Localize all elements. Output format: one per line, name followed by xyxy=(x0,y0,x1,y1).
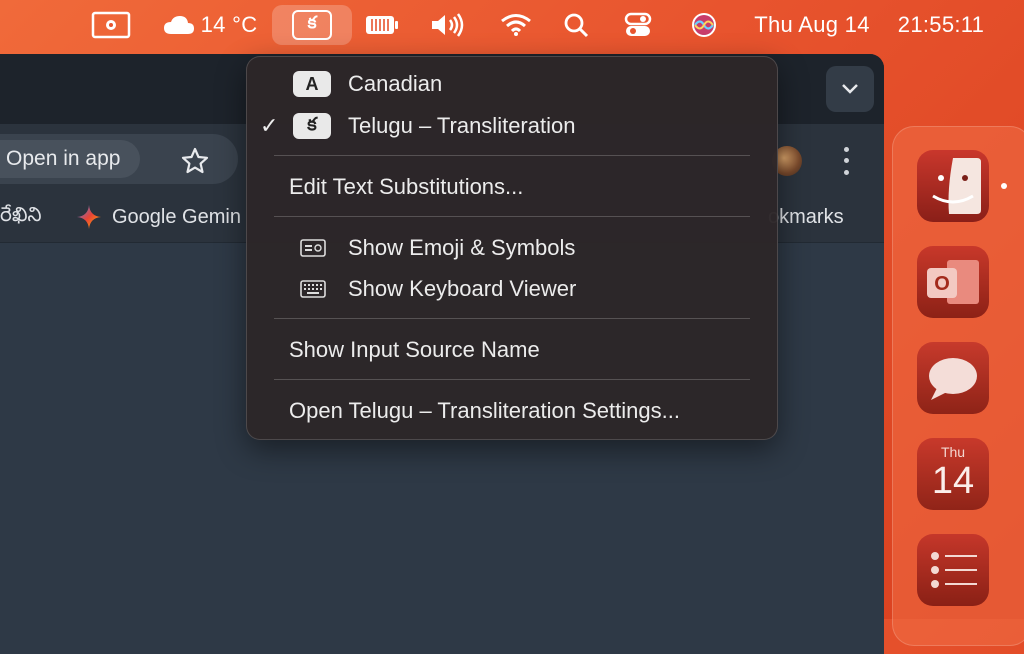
menu-item-open-telugu-settings[interactable]: Open Telugu – Transliteration Settings..… xyxy=(246,391,778,431)
chevron-down-icon xyxy=(842,84,858,94)
emoji-symbols-icon xyxy=(300,239,326,257)
input-source-menu-extra[interactable]: క xyxy=(272,5,352,45)
control-center-icon[interactable] xyxy=(620,0,656,50)
input-source-menu: A Canadian ✓ క Telugu – Transliteration … xyxy=(246,56,778,440)
screen-record-icon[interactable] xyxy=(90,0,132,50)
weather-temp: 14 °C xyxy=(200,12,258,37)
menubar-time[interactable]: 21:55:11 xyxy=(886,0,996,50)
menu-item-canadian[interactable]: A Canadian xyxy=(246,64,778,104)
weather-item[interactable]: 14 °C xyxy=(160,0,260,50)
battery-icon[interactable] xyxy=(364,0,400,50)
menu-item-show-keyboard-viewer[interactable]: Show Keyboard Viewer xyxy=(246,269,778,309)
reminders-icon[interactable] xyxy=(917,534,989,606)
menubar-date[interactable]: Thu Aug 14 xyxy=(742,0,882,50)
tab-search-button[interactable] xyxy=(826,66,874,112)
checkmark-icon: ✓ xyxy=(260,113,279,138)
menu-item-show-input-source-name[interactable]: Show Input Source Name xyxy=(246,330,778,370)
running-indicator xyxy=(1001,183,1007,189)
wifi-icon[interactable] xyxy=(496,0,536,50)
messages-icon[interactable] xyxy=(917,342,989,414)
menu-item-edit-text-substitutions[interactable]: Edit Text Substitutions... xyxy=(246,167,778,207)
keyboard-icon xyxy=(300,280,326,298)
open-in-app-button[interactable]: Open in app xyxy=(0,140,141,178)
input-source-badge: క xyxy=(293,113,331,139)
input-source-icon: క xyxy=(292,10,332,40)
gemini-icon xyxy=(77,205,101,229)
bookmark-item-gemini[interactable]: Google Gemin xyxy=(76,192,241,242)
volume-icon[interactable] xyxy=(428,0,468,50)
cloud-icon xyxy=(163,16,194,34)
browser-menu-button[interactable] xyxy=(836,144,856,178)
menu-item-telugu-transliteration[interactable]: ✓ క Telugu – Transliteration xyxy=(246,106,778,146)
finder-icon[interactable] xyxy=(917,150,989,222)
menu-item-show-emoji-symbols[interactable]: Show Emoji & Symbols xyxy=(246,228,778,268)
calendar-icon[interactable]: Thu 14 xyxy=(917,438,989,510)
menu-separator xyxy=(274,216,750,217)
menu-separator xyxy=(274,379,750,380)
outlook-icon[interactable]: O xyxy=(917,246,989,318)
input-source-badge: A xyxy=(293,71,331,97)
svg-text:O: O xyxy=(934,273,950,295)
menu-separator xyxy=(274,155,750,156)
search-icon[interactable] xyxy=(558,0,594,50)
dock: O Thu 14 xyxy=(892,126,1024,646)
all-bookmarks-item[interactable]: okmarks xyxy=(768,192,844,242)
menu-bar: 14 °C క Thu Aug 14 21:55:11 xyxy=(0,0,1024,50)
menu-separator xyxy=(274,318,750,319)
bookmark-star-icon[interactable] xyxy=(180,146,210,176)
bookmark-item[interactable]: రేఖిని xyxy=(0,192,42,242)
siri-icon[interactable] xyxy=(686,0,722,50)
